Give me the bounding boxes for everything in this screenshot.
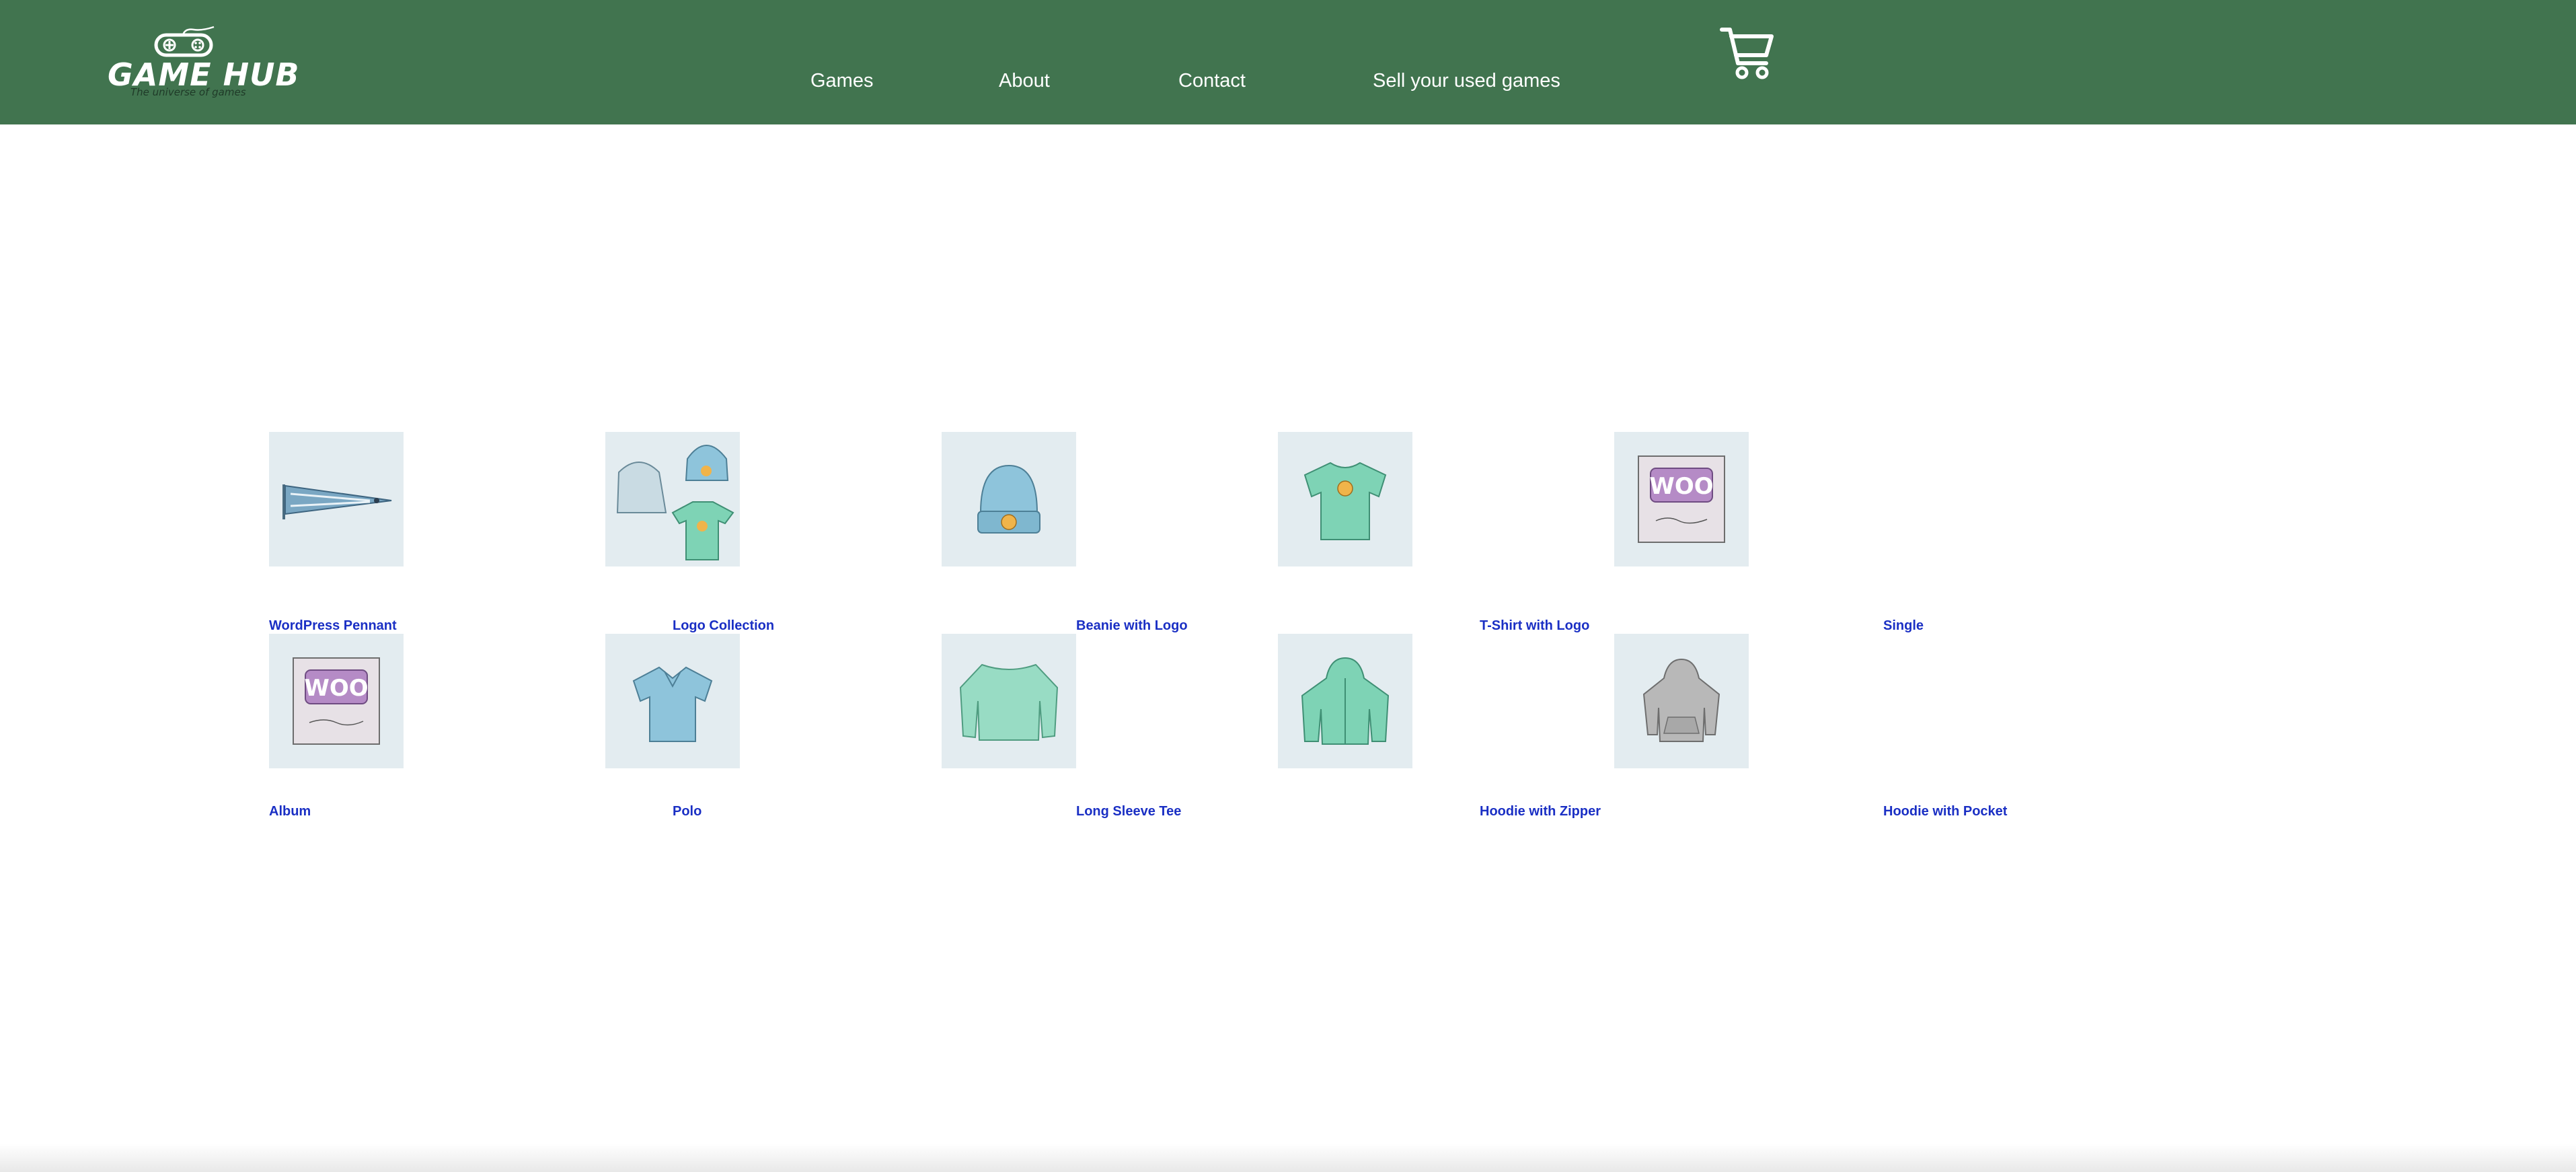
product-image-tshirt-with-logo[interactable] — [1278, 432, 1412, 566]
tshirt-icon — [1303, 462, 1387, 540]
product-title-logo-collection[interactable]: Logo Collection — [673, 619, 774, 632]
product-title-tshirt-with-logo[interactable]: T-Shirt with Logo — [1480, 619, 1589, 632]
product-title-beanie-with-logo[interactable]: Beanie with Logo — [1076, 619, 1188, 632]
product-image-single[interactable]: WOO — [1614, 432, 1749, 566]
product-image-hoodie-with-pocket[interactable] — [1614, 634, 1749, 768]
long-sleeve-tee-icon — [959, 663, 1059, 741]
product-image-wordpress-pennant[interactable] — [269, 432, 404, 566]
shopping-cart-icon — [1720, 28, 1774, 79]
product-title-album[interactable]: Album — [269, 805, 311, 818]
cart-button[interactable] — [1719, 26, 1776, 82]
nav-contact[interactable]: Contact — [1178, 71, 1246, 91]
product-image-beanie-with-logo[interactable] — [942, 432, 1076, 566]
logo-collection-icon — [616, 445, 734, 560]
nav-games[interactable]: Games — [810, 71, 873, 91]
logo-tagline: The universe of games — [130, 86, 246, 98]
woo-album-icon: WOO — [293, 657, 380, 745]
product-title-polo[interactable]: Polo — [673, 805, 702, 818]
site-logo[interactable]: GAME HUB The universe of games — [108, 26, 299, 103]
product-title-long-sleeve-tee[interactable]: Long Sleeve Tee — [1076, 805, 1181, 818]
product-title-wordpress-pennant[interactable]: WordPress Pennant — [269, 619, 397, 632]
site-header: GAME HUB The universe of games Games Abo… — [0, 0, 2576, 124]
page-bottom-edge — [0, 1144, 2576, 1172]
product-title-single[interactable]: Single — [1883, 619, 1924, 632]
nav-sell-used-games[interactable]: Sell your used games — [1373, 71, 1560, 91]
beanie-icon — [977, 464, 1040, 534]
product-title-hoodie-with-zipper[interactable]: Hoodie with Zipper — [1480, 805, 1601, 818]
product-title-hoodie-with-pocket[interactable]: Hoodie with Pocket — [1883, 805, 2007, 818]
controller-icon — [154, 26, 215, 57]
svg-text:WOO: WOO — [304, 675, 368, 702]
nav-about[interactable]: About — [999, 71, 1050, 91]
product-image-hoodie-with-zipper[interactable] — [1278, 634, 1412, 768]
pennant-icon — [282, 484, 392, 519]
product-image-album[interactable]: WOO — [269, 634, 404, 768]
hoodie-pocket-icon — [1642, 658, 1720, 742]
hoodie-zipper-icon — [1301, 657, 1390, 745]
product-image-long-sleeve-tee[interactable] — [942, 634, 1076, 768]
polo-icon — [632, 666, 713, 742]
product-image-polo[interactable] — [605, 634, 740, 768]
woo-single-icon: WOO — [1638, 455, 1725, 543]
product-image-logo-collection[interactable] — [605, 432, 740, 566]
svg-text:WOO: WOO — [1649, 473, 1713, 500]
